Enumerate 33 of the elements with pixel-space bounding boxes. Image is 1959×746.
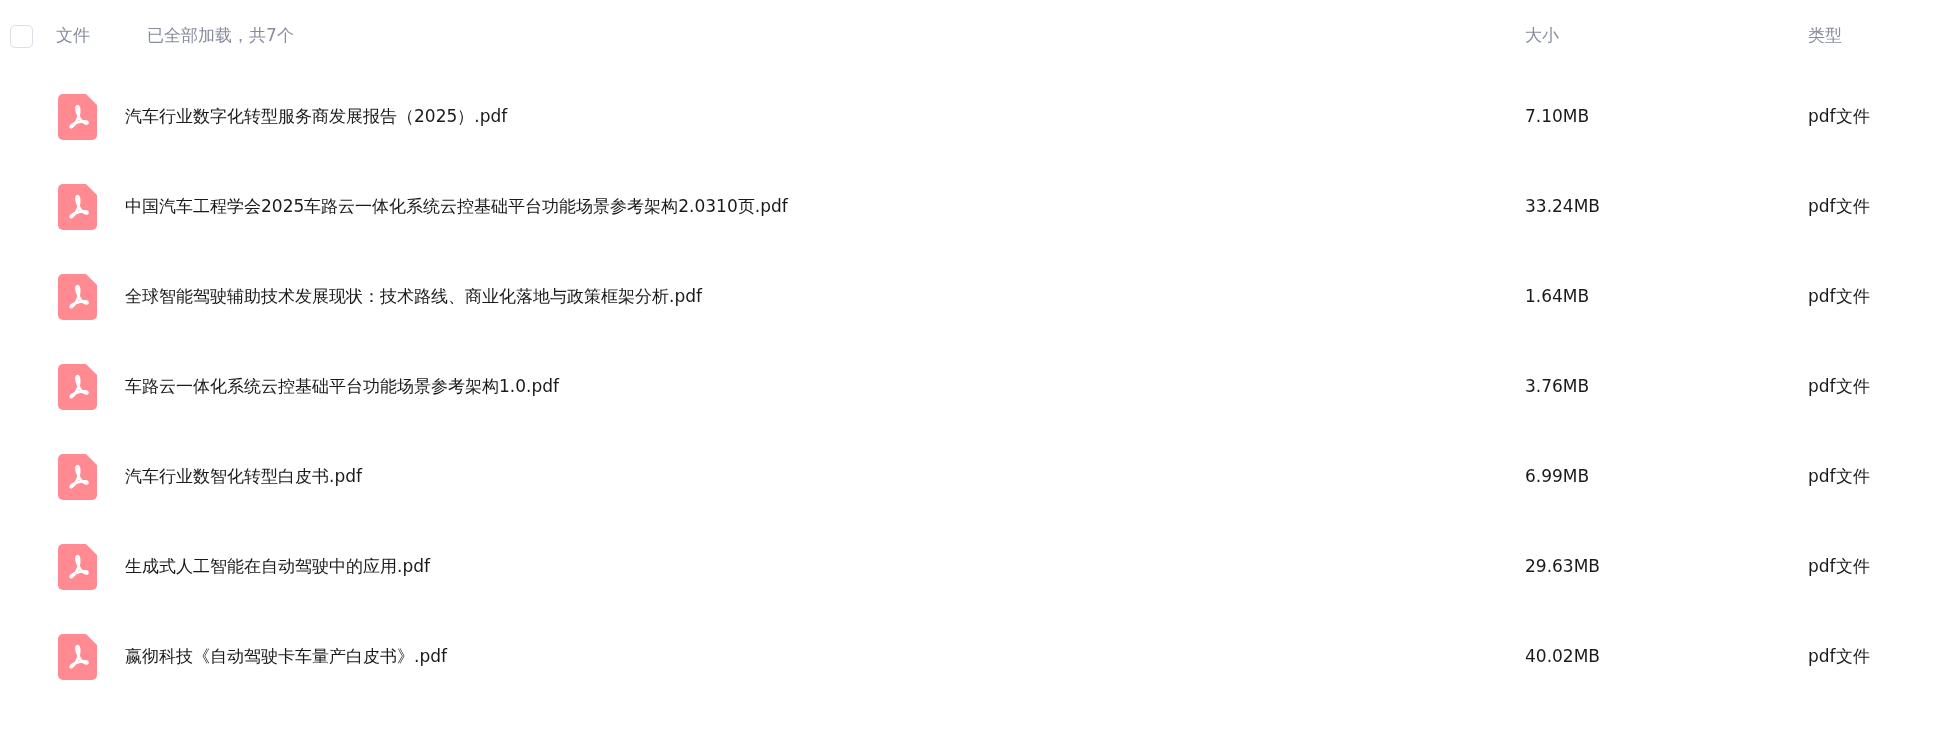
name-column-header: 文件 — [56, 24, 90, 48]
file-type: pdf文件 — [1808, 106, 1870, 127]
file-name[interactable]: 汽车行业数智化转型白皮书.pdf — [125, 464, 362, 490]
pdf-file-icon — [58, 634, 97, 680]
pdf-file-icon — [58, 94, 97, 140]
file-name[interactable]: 汽车行业数字化转型服务商发展报告（2025）.pdf — [125, 104, 508, 130]
pdf-file-icon — [58, 274, 97, 320]
file-type: pdf文件 — [1808, 286, 1870, 307]
pdf-file-icon — [58, 454, 97, 500]
file-type: pdf文件 — [1808, 466, 1870, 487]
type-column-header: 类型 — [1808, 25, 1842, 46]
file-name[interactable]: 中国汽车工程学会2025车路云一体化系统云控基础平台功能场景参考架构2.0310页.pdf — [125, 194, 788, 220]
pdf-file-icon — [58, 364, 97, 410]
file-type: pdf文件 — [1808, 196, 1870, 217]
file-size: 40.02MB — [1525, 646, 1600, 667]
select-all-checkbox[interactable] — [10, 24, 33, 48]
load-status-text: 已全部加载，共7个 — [147, 24, 294, 48]
file-type: pdf文件 — [1808, 556, 1870, 577]
file-size: 7.10MB — [1525, 106, 1590, 127]
file-name[interactable]: 嬴彻科技《自动驾驶卡车量产白皮书》.pdf — [125, 644, 447, 670]
file-name[interactable]: 全球智能驾驶辅助技术发展现状：技术路线、商业化落地与政策框架分析.pdf — [125, 284, 702, 310]
size-column-header: 大小 — [1525, 25, 1559, 46]
file-name[interactable]: 车路云一体化系统云控基础平台功能场景参考架构1.0.pdf — [125, 374, 559, 400]
file-size: 6.99MB — [1525, 466, 1590, 487]
file-size: 29.63MB — [1525, 556, 1600, 577]
file-type: pdf文件 — [1808, 646, 1870, 667]
file-name[interactable]: 生成式人工智能在自动驾驶中的应用.pdf — [125, 554, 430, 580]
file-size: 1.64MB — [1525, 286, 1590, 307]
file-type: pdf文件 — [1808, 376, 1870, 397]
file-size: 3.76MB — [1525, 376, 1590, 397]
file-size: 33.24MB — [1525, 196, 1600, 217]
pdf-file-icon — [58, 184, 97, 230]
pdf-file-icon — [58, 544, 97, 590]
